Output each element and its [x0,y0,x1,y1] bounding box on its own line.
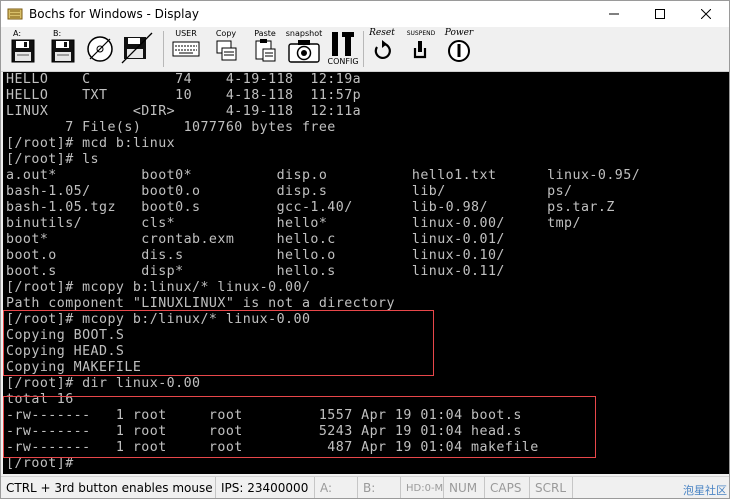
close-icon [701,9,711,19]
status-bar: CTRL + 3rd button enables mouse IPS: 234… [1,476,729,498]
toolbar: A: B: USER Copy Paste snapshot CONFIG Re… [1,27,729,72]
ips-indicator: IPS: 23400000 [216,477,315,498]
cdrom-button[interactable] [85,29,115,69]
hd-indicator: HD:0-M [401,477,444,498]
reset-button[interactable]: Reset [365,29,399,69]
terminal-line: boot.o dis.s hello.o linux-0.10/ [6,248,505,263]
window-title: Bochs for Windows - Display [29,7,199,21]
reset-label: Reset [369,28,395,38]
camera-icon [288,40,320,63]
num-lock-indicator: NUM [444,477,485,498]
config-label: CONFIG [327,57,359,66]
maximize-button[interactable] [637,1,683,27]
highlight-box-mcopy [3,310,434,376]
snapshot-label: snapshot [285,29,323,38]
bochs-app-icon [7,8,23,20]
user-label: USER [175,29,197,38]
suspend-button[interactable]: SUSPEND [403,29,439,69]
caps-lock-indicator: CAPS [485,477,530,498]
floppy-a-label: A: [13,29,22,38]
toolbar-separator [163,31,164,67]
terminal-line: [/root]# mcopy b:linux/* linux-0.00/ [6,280,311,295]
copy-label: Copy [215,29,237,38]
highlight-box-dir-listing [3,396,596,458]
terminal-line: boot* crontab.exm hello.c linux-0.01/ [6,232,505,247]
terminal-line: LINUX <DIR> 4-19-118 12:11a [6,104,362,119]
minimize-button[interactable] [591,1,637,27]
terminal-line: [/root]# dir linux-0.00 [6,376,201,391]
floppy-a-button[interactable]: A: [7,29,39,69]
floppy-b-indicator: B: [358,477,401,498]
user-keyboard-icon [172,41,200,57]
scroll-lock-indicator: SCRL [530,477,573,498]
terminal-line: [/root]# mcd b:linux [6,136,176,151]
floppy-c-button[interactable] [119,29,155,69]
snapshot-button[interactable]: snapshot [285,29,323,69]
power-label: Power [444,28,474,38]
copy-button[interactable]: Copy [211,29,241,69]
terminal-line: HELLO C 74 4-19-118 12:19a [6,72,362,87]
terminal-line: [/root]# ls [6,152,100,167]
paste-label: Paste [254,29,276,38]
terminal-line: binutils/ cls* hello* linux-0.00/ tmp/ [6,216,581,231]
terminal-line: a.out* boot0* disp.o hello1.txt linux-0.… [6,168,641,183]
terminal-line: bash-1.05/ boot0.o disp.s lib/ ps/ [6,184,573,199]
floppy-b-button[interactable]: B: [47,29,79,69]
suspend-icon [413,41,427,59]
cdrom-icon [87,36,113,62]
power-button[interactable]: Power [441,29,477,69]
emulator-display[interactable]: HELLO C 74 4-19-118 12:19a HELLO TXT 10 4… [3,72,729,474]
terminal-line: bash-1.05.tgz boot0.s gcc-1.40/ lib-0.98… [6,200,615,215]
terminal-line: 7 File(s) 1077760 bytes free [6,120,336,135]
floppy-a-indicator: A: [315,477,358,498]
terminal-line: [/root]# [6,456,74,471]
floppy-b-icon [51,39,75,63]
close-button[interactable] [683,1,729,27]
terminal-line: boot.s disp* hello.s linux-0.11/ [6,264,505,279]
config-button[interactable]: CONFIG [327,29,359,69]
reset-icon [374,40,391,59]
floppy-b-label: B: [53,29,62,38]
config-icon [332,32,354,56]
floppy-c-disabled-icon [121,32,153,64]
user-button[interactable]: USER [169,29,203,69]
copy-icon [216,40,237,61]
paste-icon [255,39,276,62]
power-icon [448,40,470,62]
paste-button[interactable]: Paste [249,29,281,69]
terminal-line: HELLO TXT 10 4-18-118 11:57p [6,88,362,103]
suspend-label: SUSPEND [406,30,436,37]
floppy-a-icon [11,39,35,63]
bochs-window: Bochs for Windows - Display A: B: USER C… [0,0,730,499]
toolbar-separator [363,31,364,67]
watermark: 泡星社区 [683,484,727,497]
mouse-hint: CTRL + 3rd button enables mouse [1,477,216,498]
title-bar[interactable]: Bochs for Windows - Display [1,1,729,27]
minimize-icon [609,13,619,15]
maximize-icon [655,9,665,19]
